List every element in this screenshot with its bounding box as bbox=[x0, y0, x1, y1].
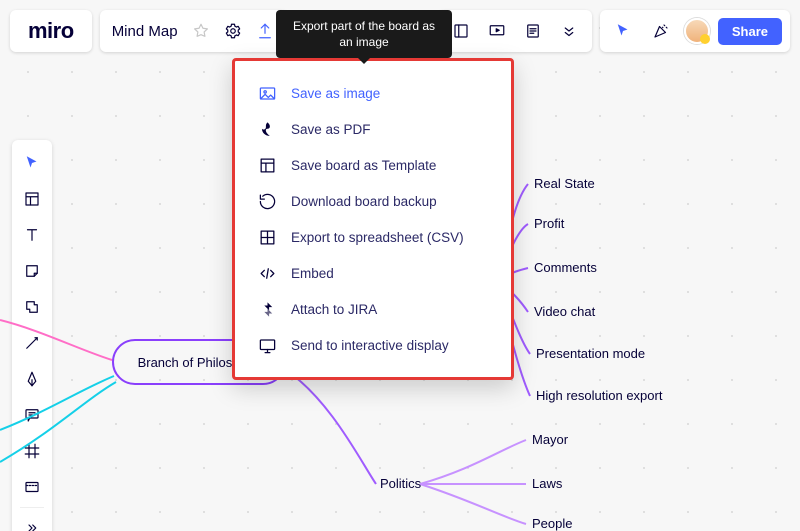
mindmap-leaf[interactable]: Mayor bbox=[532, 432, 568, 447]
menu-item-embed[interactable]: Embed bbox=[235, 255, 511, 291]
menu-item-save-template[interactable]: Save board as Template bbox=[235, 147, 511, 183]
export-tooltip: Export part of the board as an image bbox=[276, 10, 452, 58]
mindmap-leaf[interactable]: Profit bbox=[534, 216, 564, 231]
template-icon bbox=[257, 155, 277, 175]
mindmap-leaf[interactable]: Comments bbox=[534, 260, 597, 275]
mindmap-leaf[interactable]: Video chat bbox=[534, 304, 595, 319]
menu-item-interactive-display[interactable]: Send to interactive display bbox=[235, 327, 511, 363]
mindmap-leaf[interactable]: People bbox=[532, 516, 572, 531]
embed-icon bbox=[257, 263, 277, 283]
jira-icon bbox=[257, 299, 277, 319]
menu-item-export-csv[interactable]: Export to spreadsheet (CSV) bbox=[235, 219, 511, 255]
menu-item-attach-jira[interactable]: Attach to JIRA bbox=[235, 291, 511, 327]
mindmap-leaf[interactable]: Laws bbox=[532, 476, 562, 491]
mindmap-leaf[interactable]: High resolution export bbox=[536, 388, 662, 403]
image-icon bbox=[257, 83, 277, 103]
display-icon bbox=[257, 335, 277, 355]
backup-icon bbox=[257, 191, 277, 211]
grid-icon bbox=[257, 227, 277, 247]
mindmap-leaf[interactable]: Real State bbox=[534, 176, 595, 191]
menu-item-save-image[interactable]: Save as image bbox=[235, 75, 511, 111]
mindmap-node-politics[interactable]: Politics bbox=[380, 476, 421, 491]
menu-item-download-backup[interactable]: Download board backup bbox=[235, 183, 511, 219]
menu-item-save-pdf[interactable]: Save as PDF bbox=[235, 111, 511, 147]
mindmap-leaf[interactable]: Presentation mode bbox=[536, 346, 645, 361]
export-menu: Save as image Save as PDF Save board as … bbox=[232, 58, 514, 380]
pdf-icon bbox=[257, 119, 277, 139]
